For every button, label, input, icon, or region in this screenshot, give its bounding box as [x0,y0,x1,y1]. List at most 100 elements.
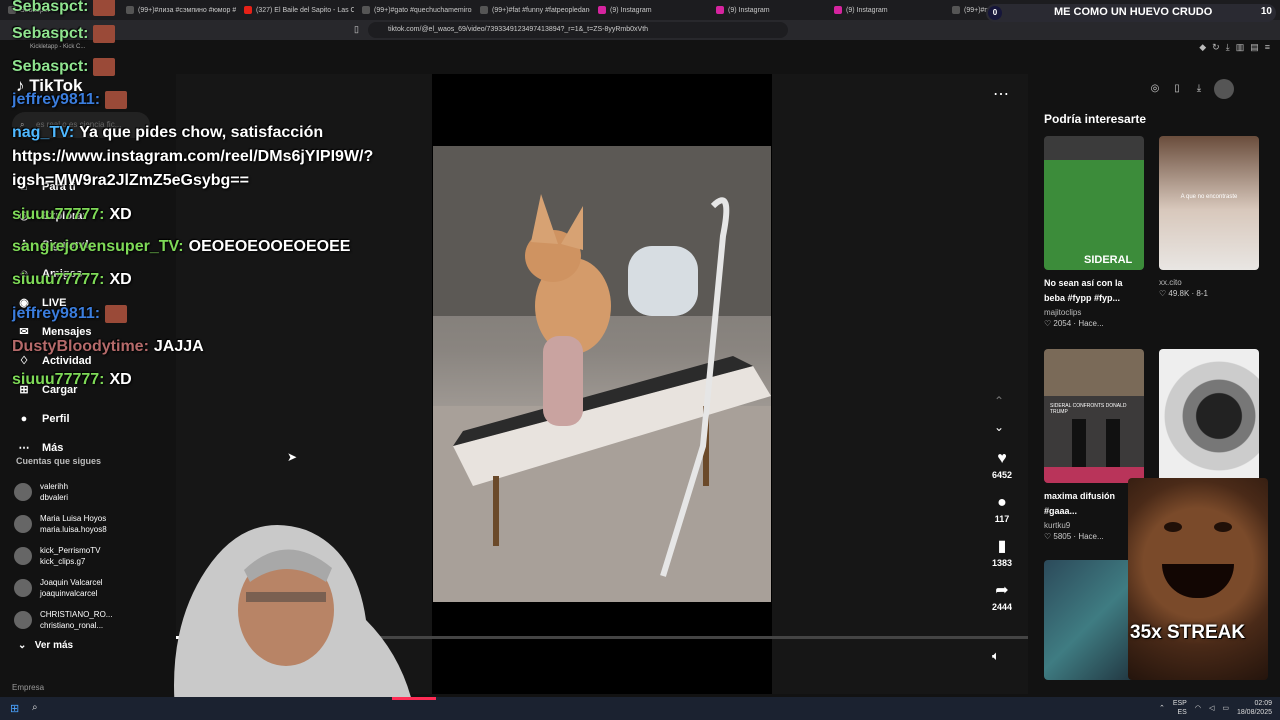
taskbar-clock[interactable]: 02:09 18/08/2025 [1237,699,1272,717]
mouse-cursor-icon: ➤ [287,450,298,464]
battery-icon[interactable]: ▭ [1222,704,1229,712]
wifi-icon[interactable]: ◠ [1195,704,1201,712]
profile-avatar[interactable] [1214,79,1234,99]
account-handle: christiano_ronal... [40,621,104,630]
comment-button[interactable]: ● 117 [986,492,1018,536]
avatar [14,515,32,533]
taskbar-search-icon[interactable]: ⌕ [32,702,38,713]
company-link[interactable]: Empresa [12,683,44,692]
thumb-text: A que no encontraste [1180,194,1238,200]
account-display-name: Maria Luisa Hoyos [40,514,107,523]
video-player[interactable] [433,146,771,602]
event-counter-left: 0 [988,6,1002,20]
stream-event-banner: 0 ME COMO UN HUEVO CRUDO 10 [986,4,1276,22]
chat-message: siuuu77777: XD [12,271,132,289]
account-handle: joaquinvalcarcel [40,589,98,598]
recommended-card[interactable]: A que no encontraste xx.cito ♡ 49.8K · 8… [1159,136,1259,298]
bookmark-icon: ▮ [997,538,1007,555]
chat-username[interactable]: siuuu77777: [12,206,104,223]
account-names: valerihh dbvaleri [40,481,68,503]
recommended-card[interactable]: SIDERAL No sean así con la beba #fypp #f… [1044,136,1144,328]
comment-icon: ● [997,494,1007,511]
streamer-webcam [166,510,436,720]
emote-mouth [1162,564,1234,598]
extension-icon[interactable]: ◆ [1199,42,1206,53]
following-title: Cuentas que sigues [16,456,102,466]
share-icon: ➦ [995,582,1009,599]
bookmark-star-icon[interactable]: ▯ [354,24,359,35]
sidebar-toggle-icon[interactable]: ▤ [1250,42,1259,53]
account-names: Maria Luisa Hoyos maria.luisa.hoyos8 [40,513,107,535]
recommended-card[interactable] [1159,349,1259,483]
downloads-icon[interactable]: ⤓ [1226,42,1230,53]
speaker-icon[interactable]: ◁ [1209,704,1214,712]
like-button[interactable]: ♥ 6452 [986,448,1018,492]
following-account[interactable]: kick_PerrismoTV kick_clips.g7 [14,540,154,572]
next-video-icon[interactable]: ⌄ [994,420,1004,434]
comment-count: 117 [994,514,1010,524]
tab-favicon-icon [716,6,724,14]
windows-start-icon[interactable]: ⊞ [10,702,19,715]
chat-username[interactable]: siuuu77777: [12,371,104,388]
previous-video-icon[interactable]: ⌃ [994,394,1004,408]
tab-favicon-icon [598,6,606,14]
browser-tab[interactable]: (99+)#fat #funny #fatpeopledanc [472,0,590,20]
chat-text: igsh=MW9ra2JlZmZ5eGsybg== [12,172,249,189]
tab-label: (99+)#fat #funny #fatpeopledanc [492,6,590,14]
volume-icon[interactable]: 🔈︎ [992,648,1000,664]
chat-username[interactable]: jeffrey9811: [12,305,100,322]
menu-icon[interactable]: ≡ [1265,42,1270,53]
share-button[interactable]: ➦ 2444 [986,580,1018,624]
library-icon[interactable]: ▥ [1236,42,1245,53]
chat-emote-icon [105,305,128,323]
chat-username[interactable]: DustyBloodytime: [12,338,149,355]
browser-tab[interactable]: (9) Instagram [826,0,944,20]
chat-message: Sebaspct: [12,58,116,76]
account-display-name: kick_PerrismoTV [40,546,101,555]
tab-label: (99+)#gato #quechuchamemiros [374,6,472,14]
account-names: kick_PerrismoTV kick_clips.g7 [40,545,100,567]
system-tray: ⌃ ESP ES ◠ ◁ ▭ 02:09 18/08/2025 [1159,699,1272,717]
chat-text: XD [109,371,132,388]
chat-message: jeffrey9811: [12,305,128,323]
explore-icon[interactable]: ◎ [1148,82,1162,96]
browser-tab[interactable]: (99+)#лиза #сэмпино #юмор #fyp [118,0,236,20]
see-more-button[interactable]: ⌄ Ver más [18,640,73,651]
following-account[interactable]: Maria Luisa Hoyos maria.luisa.hoyos8 [14,508,154,540]
history-icon[interactable]: ↻ [1212,42,1220,53]
browser-tab[interactable]: (9) Instagram [708,0,826,20]
device-icon[interactable]: ▯ [1170,82,1184,96]
more-options-icon[interactable]: ⋯ [993,84,1009,104]
card-author: majitoclips [1044,308,1082,317]
chat-username[interactable]: Sebaspct: [12,25,88,42]
chat-username[interactable]: sangrejovensuper_TV: [12,238,184,255]
browser-tab[interactable]: (327) El Baile del Sapito - Las Cana [236,0,354,20]
browser-tab[interactable]: (99+)#gato #quechuchamemiros [354,0,472,20]
sidebar-item-profile[interactable]: ● Perfil [16,404,150,433]
more-icon: ⋯ [18,442,30,454]
thumb-figure [1072,419,1086,469]
following-account[interactable]: CHRISTIANO_RO... christiano_ronal... [14,604,154,636]
chat-username[interactable]: jeffrey9811: [12,91,100,108]
input-language[interactable]: ESP ES [1173,699,1187,717]
chat-message: Sebaspct: [12,0,116,16]
chat-username[interactable]: Sebaspct: [12,0,88,15]
chat-text: https://www.instagram.com/reel/DMs6jYIPI… [12,148,374,165]
chat-emote-icon [93,58,116,76]
windows-taskbar: ⊞ ⌕ ⌃ ESP ES ◠ ◁ ▭ 02:09 18/08/2025 [0,697,1280,720]
thumb-figure [1106,419,1120,469]
chat-message: siuuu77777: XD [12,206,132,224]
chat-username[interactable]: nag_TV: [12,124,74,141]
chat-username[interactable]: Sebaspct: [12,58,88,75]
following-account[interactable]: Joaquin Valcarcel joaquinvalcarcel [14,572,154,604]
card-title: No sean así con la beba #fypp #fyp... [1044,278,1123,303]
browser-tab[interactable]: (9) Instagram [590,0,708,20]
following-account[interactable]: valerihh dbvaleri [14,476,154,508]
sidebar-item-label: Perfil [42,412,70,425]
save-button[interactable]: ▮ 1383 [986,536,1018,580]
download-icon[interactable]: ⤓ [1192,82,1206,96]
chat-emote-icon [105,91,128,109]
tray-chevron-icon[interactable]: ⌃ [1159,704,1165,712]
url-field[interactable]: tiktok.com/@el_waos_69/video/73933491234… [368,22,788,38]
chat-username[interactable]: siuuu77777: [12,271,104,288]
